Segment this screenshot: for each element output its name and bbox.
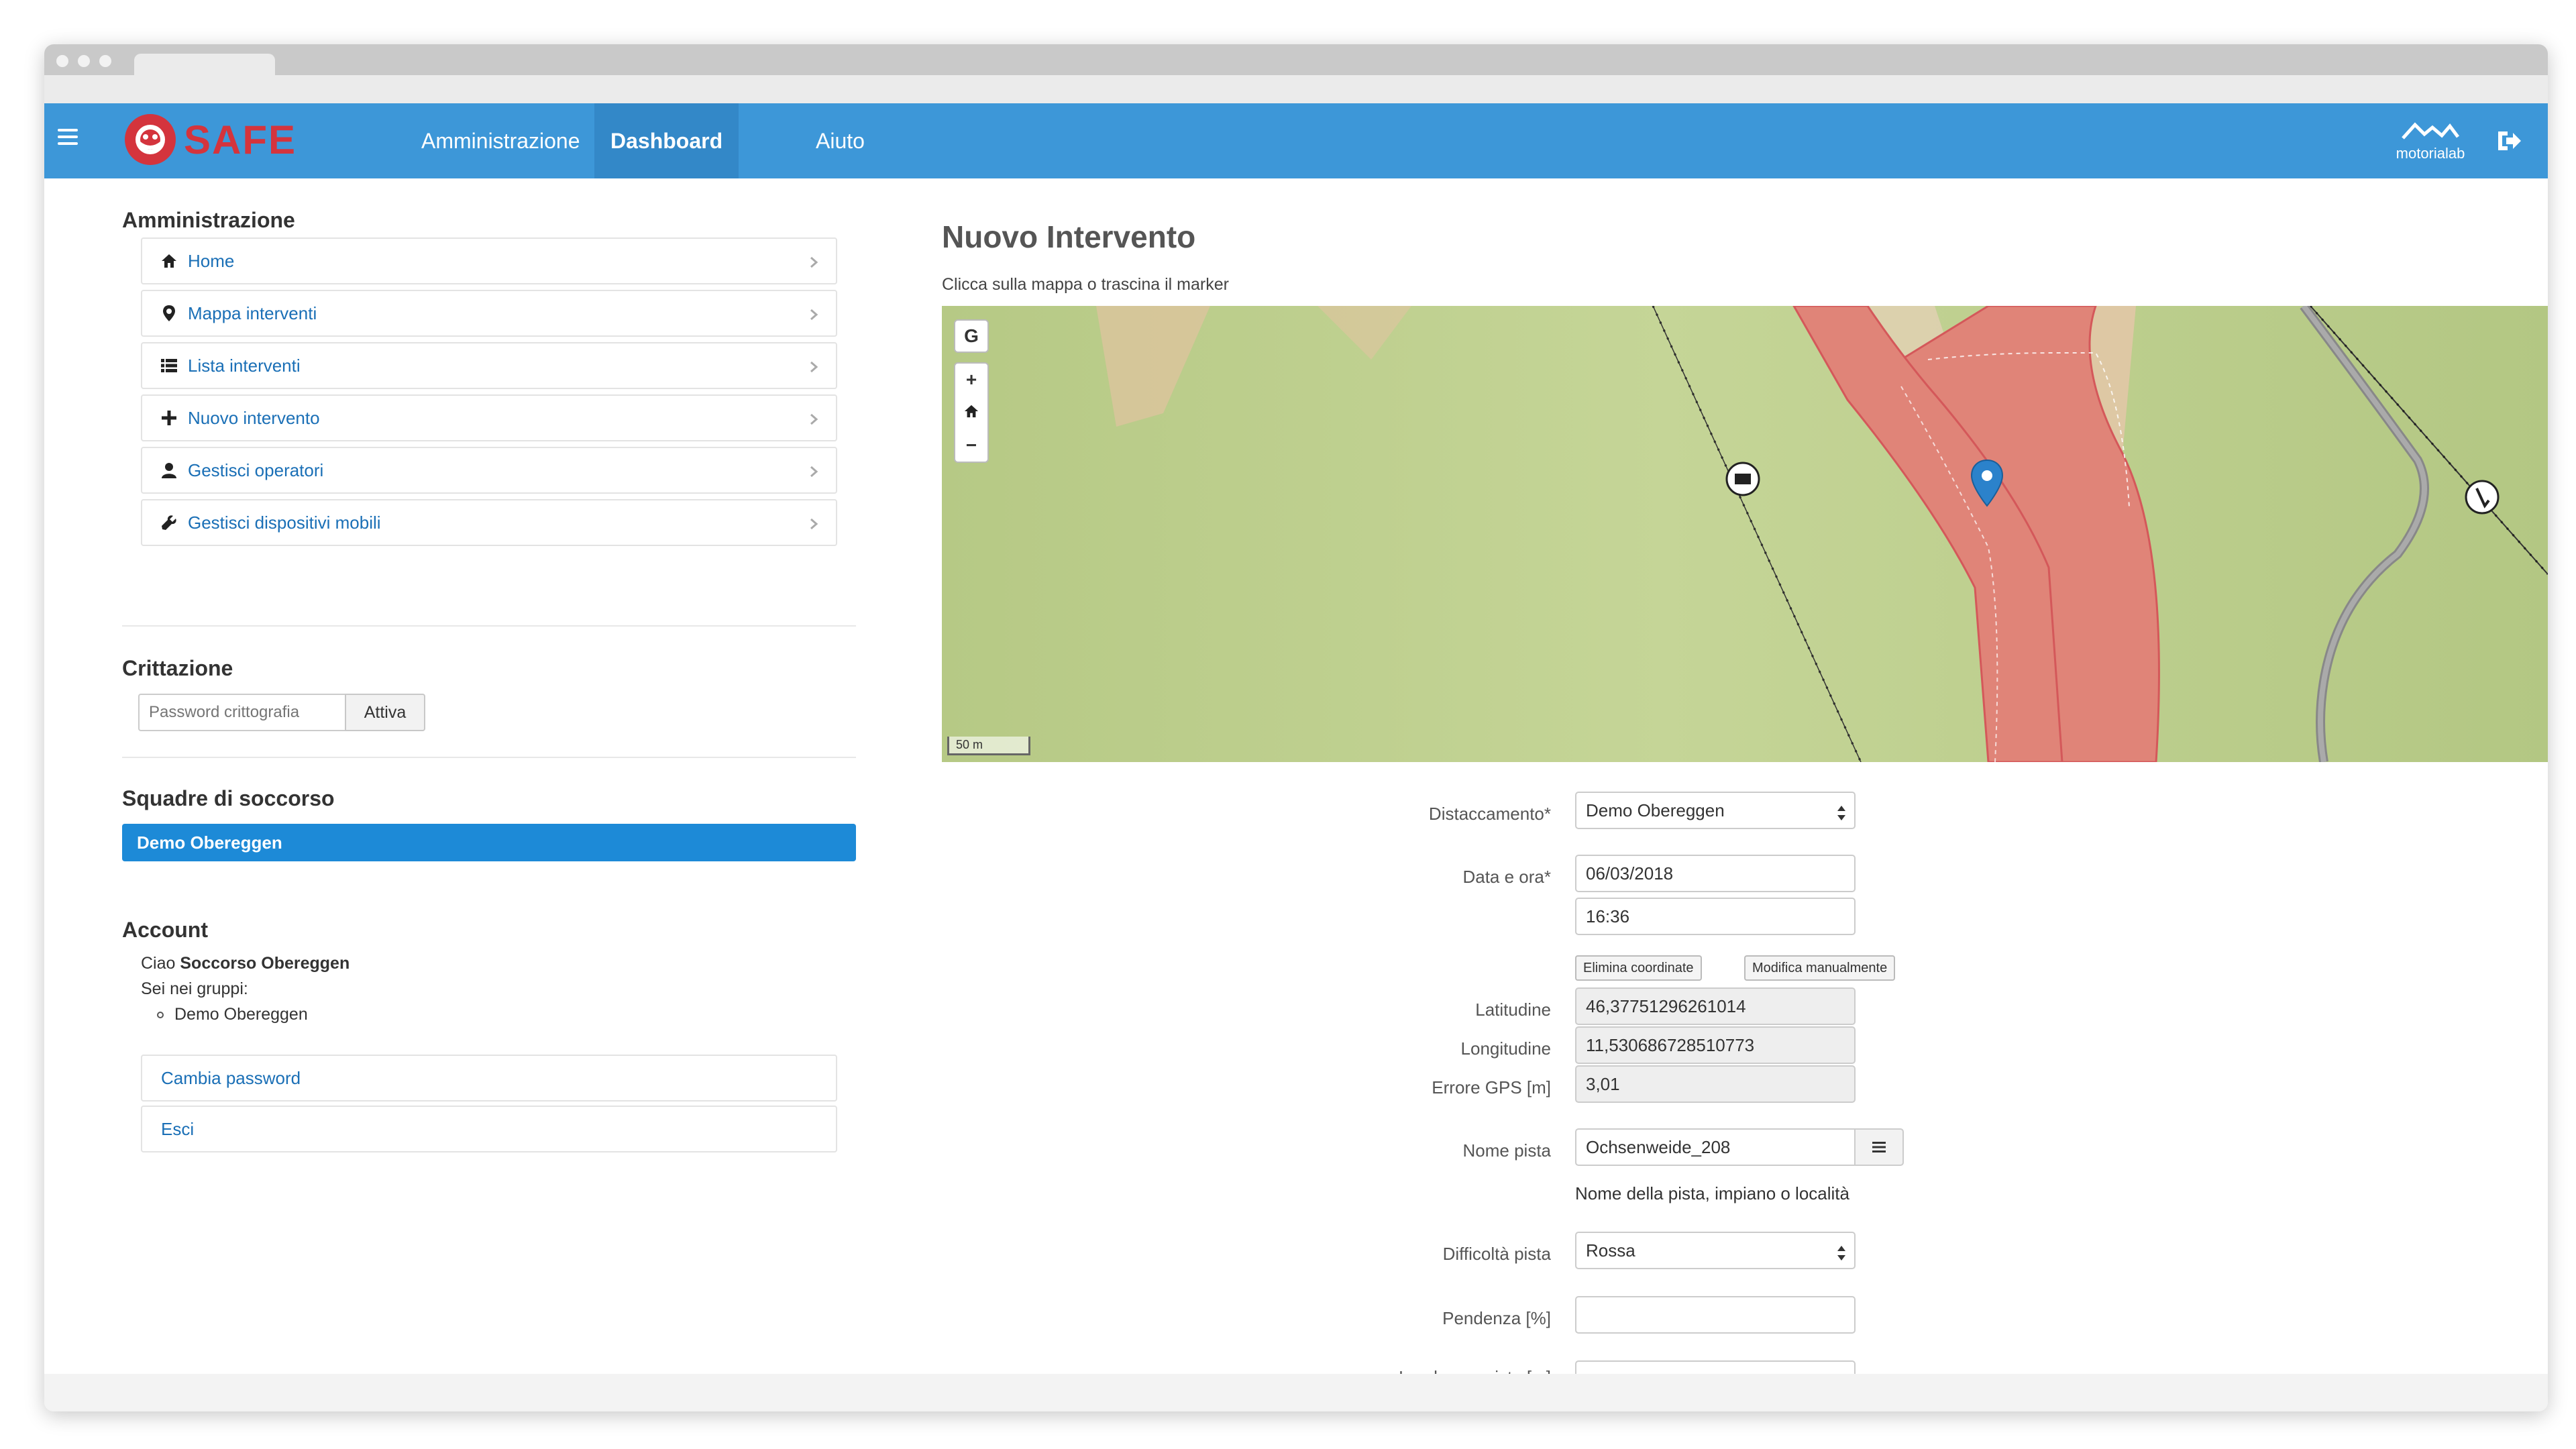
home-icon — [160, 252, 178, 270]
map-marker-icon[interactable] — [1970, 459, 2004, 511]
browser-tab[interactable] — [134, 54, 275, 103]
window-controls — [56, 55, 111, 67]
account-greeting: Ciao Soccorso Obereggen — [141, 954, 350, 973]
gps-error-label: Errore GPS [m] — [1432, 1077, 1551, 1097]
page-footer — [44, 1374, 2548, 1411]
browser-chrome — [44, 44, 2548, 103]
crypt-password-input[interactable] — [138, 694, 346, 731]
close-dot[interactable] — [56, 55, 68, 67]
pista-help-text: Nome della pista, impiano o località — [1575, 1183, 1849, 1203]
map-marker-icon — [160, 304, 178, 323]
pista-label: Nome pista — [1462, 1140, 1552, 1161]
plus-icon — [160, 409, 178, 427]
chevron-right-icon — [806, 411, 821, 425]
menu-label: Lista interventi — [188, 355, 301, 376]
crypt-activate-button[interactable]: Attiva — [345, 694, 425, 731]
group-name: Demo Obereggen — [174, 1005, 308, 1024]
sidebar-item-mappa[interactable]: Mappa interventi — [141, 290, 837, 337]
greeting-prefix: Ciao — [141, 954, 176, 973]
chevron-right-icon — [806, 306, 821, 321]
longitude-label: Longitudine — [1460, 1038, 1551, 1059]
menu-label: Home — [188, 250, 235, 271]
map-zoom-control: + − — [954, 362, 989, 463]
time-input[interactable]: 16:36 — [1575, 898, 1856, 935]
page-title: Nuovo Intervento — [942, 219, 1196, 254]
map-layer-toggle-button[interactable]: G — [954, 319, 989, 353]
difficolta-value: Rossa — [1586, 1240, 1635, 1260]
crypt-heading: Crittazione — [122, 656, 233, 680]
zoom-in-button[interactable]: + — [966, 369, 977, 390]
chevron-right-icon — [806, 254, 821, 268]
group-list-item: Demo Obereggen — [157, 1005, 308, 1024]
pendenza-input[interactable] — [1575, 1296, 1856, 1334]
groups-label: Sei nei gruppi: — [141, 979, 248, 998]
safe-logo[interactable]: SAFE — [125, 114, 297, 165]
latitude-field: 46,37751296261014 — [1575, 987, 1856, 1025]
select-arrows-icon — [1837, 1240, 1846, 1260]
latitude-label: Latitudine — [1475, 1000, 1551, 1020]
logo-text: SAFE — [184, 117, 297, 162]
map-canvas[interactable]: G + − 50 m — [942, 306, 2548, 762]
nav-amministrazione[interactable]: Amministrazione — [405, 103, 596, 178]
menu-label: Gestisci operatori — [188, 460, 324, 480]
change-password-link[interactable]: Cambia password — [141, 1055, 837, 1102]
clear-coordinates-button[interactable]: Elimina coordinate — [1575, 955, 1702, 981]
chevron-right-icon — [806, 515, 821, 530]
pista-name-input[interactable]: Ochsenweide_208 — [1575, 1128, 1856, 1166]
select-arrows-icon — [1837, 800, 1846, 820]
sidebar-item-lista[interactable]: Lista interventi — [141, 342, 837, 389]
helmet-logo-icon — [125, 114, 176, 165]
user-icon — [160, 461, 178, 480]
logout-icon[interactable] — [2496, 129, 2522, 153]
menu-label: Nuovo intervento — [188, 407, 320, 428]
motorialab-logo[interactable]: motorialab — [2387, 121, 2474, 164]
bullet-icon — [157, 1012, 164, 1019]
greeting-name: Soccorso Obereggen — [180, 954, 350, 973]
sidebar-item-home[interactable]: Home — [141, 237, 837, 284]
top-navbar: SAFE Amministrazione Dashboard Aiuto mot… — [44, 103, 2548, 178]
home-extent-icon[interactable] — [964, 402, 979, 423]
map-hint: Clicca sulla mappa o trascina il marker — [942, 275, 1229, 294]
wrench-icon — [160, 513, 178, 532]
teams-heading: Squadre di soccorso — [122, 786, 335, 810]
list-icon — [1872, 1142, 1886, 1152]
map-scale-bar: 50 m — [947, 737, 1030, 755]
gps-error-field: 3,01 — [1575, 1065, 1856, 1103]
minimize-dot[interactable] — [78, 55, 90, 67]
menu-label: Gestisci dispositivi mobili — [188, 512, 381, 533]
edit-manually-button[interactable]: Modifica manualmente — [1744, 955, 1896, 981]
distaccamento-select[interactable]: Demo Obereggen — [1575, 792, 1856, 829]
nav-aiuto[interactable]: Aiuto — [800, 103, 881, 178]
page-content: Amministrazione Home Mappa interventi Li… — [44, 178, 2548, 1398]
team-item-selected[interactable]: Demo Obereggen — [122, 824, 856, 861]
logout-link[interactable]: Esci — [141, 1106, 837, 1152]
account-heading: Account — [122, 918, 208, 942]
longitude-field: 11,530686728510773 — [1575, 1026, 1856, 1064]
browser-window: SAFE Amministrazione Dashboard Aiuto mot… — [44, 44, 2548, 1411]
sidebar-item-nuovo[interactable]: Nuovo intervento — [141, 394, 837, 441]
hamburger-menu-icon[interactable] — [58, 129, 78, 149]
admin-heading: Amministrazione — [122, 208, 295, 232]
sidebar-item-operatori[interactable]: Gestisci operatori — [141, 447, 837, 494]
nav-dashboard[interactable]: Dashboard — [594, 103, 739, 178]
data-ora-label: Data e ora* — [1462, 867, 1551, 887]
difficolta-label: Difficoltà pista — [1442, 1244, 1551, 1264]
chevron-right-icon — [806, 358, 821, 373]
maximize-dot[interactable] — [99, 55, 111, 67]
menu-label: Mappa interventi — [188, 303, 317, 323]
map-tiles — [942, 306, 2548, 762]
date-input[interactable]: 06/03/2018 — [1575, 855, 1856, 892]
zoom-out-button[interactable]: − — [966, 435, 977, 456]
distaccamento-value: Demo Obereggen — [1586, 800, 1725, 820]
distaccamento-label: Distaccamento* — [1428, 804, 1551, 824]
list-icon — [160, 356, 178, 375]
brand-right-text: motorialab — [2396, 145, 2465, 162]
pendenza-label: Pendenza [%] — [1442, 1308, 1551, 1328]
pista-list-button[interactable] — [1854, 1128, 1904, 1166]
admin-menu: Home Mappa interventi Lista interventi N… — [141, 237, 837, 551]
chevron-right-icon — [806, 463, 821, 478]
mountain-logo-icon — [2402, 122, 2459, 140]
difficolta-select[interactable]: Rossa — [1575, 1232, 1856, 1269]
sidebar-item-dispositivi[interactable]: Gestisci dispositivi mobili — [141, 499, 837, 546]
